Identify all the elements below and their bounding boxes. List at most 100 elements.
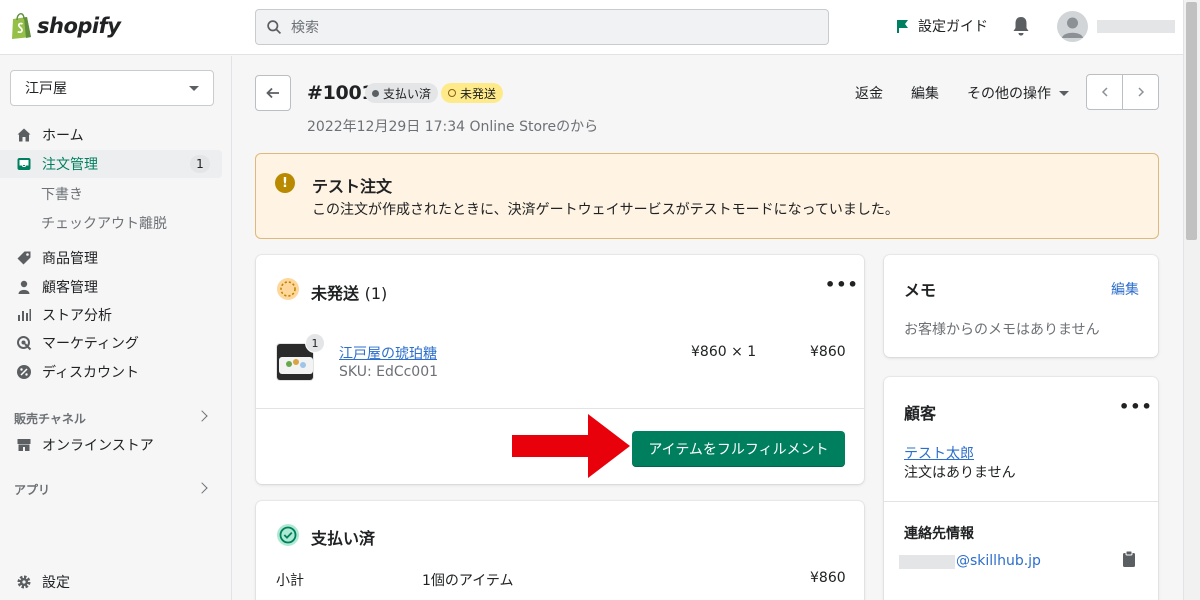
scrollbar-thumb[interactable] bbox=[1186, 2, 1197, 240]
store-name: 江戸屋 bbox=[25, 81, 67, 97]
customer-email[interactable]: @skillhub.jp bbox=[956, 553, 1041, 569]
contact-title: 連絡先情報 bbox=[904, 526, 974, 542]
sidebar-item-discounts[interactable]: ディスカウント bbox=[0, 358, 222, 386]
customer-card: 顧客 ••• テスト太郎 注文はありません 連絡先情報 @skillhub.jp bbox=[884, 377, 1158, 600]
warning-icon: ! bbox=[275, 173, 295, 193]
caret-down-icon bbox=[1059, 90, 1069, 96]
email-redacted-block bbox=[899, 555, 955, 569]
product-sku: SKU: EdCc001 bbox=[339, 364, 439, 380]
sidebar-item-label: マーケティング bbox=[42, 336, 139, 352]
target-icon bbox=[17, 336, 32, 351]
sidebar-item-label: 注文管理 bbox=[42, 157, 98, 173]
sidebar-item-label: 設定 bbox=[42, 575, 70, 591]
sidebar-item-label: 商品管理 bbox=[42, 251, 98, 267]
order-date-source: 2022年12月29日 17:34 Online Storeのから bbox=[307, 119, 599, 135]
banner-text: この注文が作成されたときに、決済ゲートウェイサービスがテストモードになっていまし… bbox=[312, 202, 899, 218]
sidebar: 江戸屋 ホーム 注文管理 1 下書き チェックアウト離脱 商品管理 顧客管理 ス… bbox=[0, 56, 232, 600]
card-divider bbox=[884, 501, 1158, 502]
customer-title: 顧客 bbox=[904, 404, 937, 423]
bar-chart-icon bbox=[18, 309, 31, 321]
user-avatar-icon bbox=[1062, 17, 1083, 38]
sidebar-item-customers[interactable]: 顧客管理 bbox=[0, 273, 222, 301]
sidebar-item-products[interactable]: 商品管理 bbox=[0, 244, 222, 272]
shopify-logo[interactable]: shopify bbox=[10, 12, 121, 40]
sidebar-item-settings[interactable]: 設定 bbox=[0, 568, 222, 596]
payment-status-label: 支払い済 bbox=[383, 86, 432, 101]
fulfill-items-button[interactable]: アイテムをフルフィルメント bbox=[632, 431, 845, 467]
back-button[interactable] bbox=[255, 75, 291, 111]
setup-guide-label: 設定ガイド bbox=[918, 19, 988, 35]
next-order-button[interactable] bbox=[1122, 75, 1158, 109]
sidebar-item-online-store[interactable]: オンラインストア bbox=[0, 431, 222, 459]
sales-channels-add-icon[interactable] bbox=[196, 410, 208, 422]
chevron-right-icon bbox=[1137, 87, 1144, 97]
previous-order-button[interactable] bbox=[1087, 75, 1122, 109]
sidebar-item-label: ディスカウント bbox=[42, 365, 140, 381]
person-icon bbox=[18, 280, 30, 294]
more-actions-label: その他の操作 bbox=[967, 86, 1051, 102]
product-link[interactable]: 江戸屋の琥珀糖 bbox=[339, 343, 437, 363]
status-ring-icon bbox=[448, 89, 456, 97]
customer-orders-text: 注文はありません bbox=[904, 465, 1016, 481]
setup-guide-button[interactable]: 設定ガイド bbox=[895, 16, 988, 36]
sidebar-item-abandoned-checkouts[interactable]: チェックアウト離脱 bbox=[41, 213, 167, 233]
sidebar-item-label: 顧客管理 bbox=[42, 280, 98, 296]
notes-empty-text: お客様からのメモはありません bbox=[904, 322, 1100, 338]
arrow-left-icon bbox=[266, 87, 279, 99]
more-actions-button[interactable]: その他の操作 bbox=[967, 83, 1069, 103]
apps-chevron-icon[interactable] bbox=[196, 482, 208, 494]
test-order-banner: ! テスト注文 この注文が作成されたときに、決済ゲートウェイサービスがテストモー… bbox=[255, 153, 1159, 239]
paid-card: 支払い済 小計 1個のアイテム ¥860 bbox=[256, 501, 864, 600]
tag-icon bbox=[17, 251, 31, 265]
payment-status-badge: 支払い済 bbox=[365, 83, 439, 103]
shopify-bag-icon bbox=[12, 13, 31, 39]
chevron-left-icon bbox=[1101, 87, 1108, 97]
sidebar-item-label: ホーム bbox=[42, 128, 84, 144]
subtotal-amount: ¥860 bbox=[810, 570, 846, 586]
unit-price: ¥860 × 1 bbox=[691, 344, 757, 360]
sidebar-item-marketing[interactable]: マーケティング bbox=[0, 329, 222, 357]
customer-more-icon[interactable]: ••• bbox=[1119, 397, 1153, 416]
sidebar-item-analytics[interactable]: ストア分析 bbox=[0, 301, 222, 329]
sales-channels-heading: 販売チャネル bbox=[14, 412, 86, 426]
fulfillment-status-label: 未発送 bbox=[460, 86, 497, 101]
logo-text: shopify bbox=[37, 14, 121, 38]
avatar[interactable] bbox=[1057, 11, 1088, 42]
unfulfilled-status-icon bbox=[277, 278, 299, 300]
gear-icon bbox=[17, 575, 31, 589]
unfulfilled-title: 未発送 (1) bbox=[311, 284, 388, 303]
inbox-icon bbox=[17, 158, 31, 170]
subtotal-label: 小計 bbox=[276, 573, 304, 589]
account-name-placeholder bbox=[1097, 20, 1175, 33]
fulfillment-status-badge: 未発送 bbox=[441, 83, 504, 103]
paid-check-icon bbox=[277, 524, 299, 546]
sidebar-item-label: オンラインストア bbox=[42, 438, 154, 454]
home-icon bbox=[17, 128, 31, 142]
paid-title: 支払い済 bbox=[311, 529, 376, 548]
edit-notes-button[interactable]: 編集 bbox=[1111, 279, 1139, 299]
banner-title: テスト注文 bbox=[312, 177, 393, 196]
sidebar-item-orders[interactable]: 注文管理 1 bbox=[0, 150, 222, 178]
orders-count-badge: 1 bbox=[190, 155, 210, 173]
customer-name-link[interactable]: テスト太郎 bbox=[904, 443, 974, 463]
quantity-badge: 1 bbox=[305, 333, 325, 353]
search-input[interactable]: 検索 bbox=[255, 9, 829, 45]
notes-title: メモ bbox=[904, 281, 937, 300]
card-more-icon[interactable]: ••• bbox=[825, 275, 859, 294]
refund-button[interactable]: 返金 bbox=[855, 83, 883, 103]
red-arrow-annotation bbox=[512, 414, 630, 478]
edit-order-button[interactable]: 編集 bbox=[911, 83, 939, 103]
clipboard-icon[interactable] bbox=[1122, 550, 1136, 568]
notes-card: メモ 編集 お客様からのメモはありません bbox=[884, 255, 1158, 357]
card-divider bbox=[256, 408, 864, 409]
store-selector[interactable]: 江戸屋 bbox=[10, 70, 214, 106]
caret-down-icon bbox=[189, 85, 199, 91]
discount-icon bbox=[17, 365, 31, 379]
sidebar-item-home[interactable]: ホーム bbox=[0, 121, 222, 149]
status-dot-icon bbox=[372, 89, 379, 97]
sidebar-item-drafts[interactable]: 下書き bbox=[41, 184, 83, 204]
apps-heading: アプリ bbox=[14, 483, 51, 497]
bell-icon[interactable] bbox=[1011, 15, 1031, 37]
sidebar-item-label: ストア分析 bbox=[42, 308, 112, 324]
store-icon bbox=[17, 439, 31, 451]
